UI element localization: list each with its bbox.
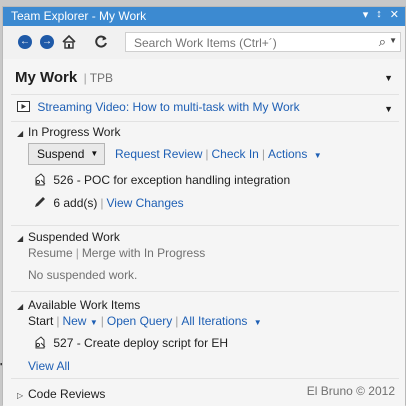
pencil-icon [35,197,45,207]
resume-action: Resume [28,246,73,260]
check-in-link[interactable]: Check In [212,147,259,161]
work-item-title: 527 - Create deploy script for EH [53,336,229,350]
my-work-page: My Work | TPB ▼ Streaming Video: How to m… [3,59,405,406]
video-link-row: Streaming Video: How to multi-task with … [17,100,300,114]
changes-count: 6 add(s) [53,196,98,210]
search-icon[interactable]: ⌕ [379,34,386,50]
video-menu-icon[interactable]: ▼ [384,104,393,114]
in-progress-work-item[interactable]: 526 - POC for exception handling integra… [33,172,290,187]
suspended-empty-text: No suspended work. [28,268,137,282]
search-box[interactable]: ⌕ ▼ [125,32,401,52]
all-iterations-link[interactable]: All Iterations [181,314,247,328]
watermark: El Bruno © 2012 [306,384,395,398]
empty-message: No suspended work. [28,268,138,282]
divider [11,94,399,95]
available-header[interactable]: ◢ Available Work Items [17,298,140,312]
toolbar: ← → ⌕ ▼ [3,26,405,60]
in-progress-header[interactable]: ◢ In Progress Work [17,125,120,139]
work-item-icon [35,336,46,349]
work-item-title: 526 - POC for exception handling integra… [53,173,291,187]
start-action[interactable]: Start [28,314,53,328]
suspended-header[interactable]: ◢ Suspended Work [17,230,120,244]
iterations-dropdown-icon[interactable]: ▼ [254,318,262,327]
divider [11,121,399,122]
available-title: Available Work Items [28,298,141,312]
window-title: Team Explorer - My Work [11,9,147,23]
new-link[interactable]: New [62,314,86,328]
pending-changes-row: 6 add(s) | View Changes [33,195,184,210]
separator: | [75,246,79,260]
streaming-video-link[interactable]: Streaming Video: How to multi-task with … [37,100,299,114]
close-icon[interactable]: ✕ [390,8,399,21]
collapse-triangle-icon: ◢ [17,302,24,311]
home-button[interactable] [61,34,77,50]
separator: | [175,314,179,328]
page-context: TPB [89,71,114,85]
video-icon [17,101,30,112]
pin-icon[interactable]: ↕ [376,8,382,21]
refresh-icon [95,35,107,48]
in-progress-actions: Request Review | Check In | Actions ▼ [115,147,322,161]
available-actions: Start | New ▼ | Open Query | All Iterations ▼ [28,314,262,328]
team-explorer-window: Team Explorer - My Work ▾ ↕ ✕ ← → Search… [2,6,406,406]
actions-dropdown-icon[interactable]: ▼ [314,151,322,160]
page-header: My Work | TPB [15,69,113,86]
available-work-item[interactable]: 527 - Create deploy script for EH [33,335,228,350]
dropdown-icon[interactable]: ▾ [363,8,369,21]
page-title: My Work [15,69,78,86]
collapse-triangle-icon: ◢ [17,234,24,243]
separator: | [205,147,209,161]
code-reviews-header[interactable]: ▷ Code Reviews [17,387,105,401]
back-button[interactable]: ← [17,34,33,50]
work-item-icon [35,173,46,186]
open-query-link[interactable]: Open Query [107,314,172,328]
separator: | [100,196,104,210]
view-all-row: View All [28,359,70,373]
suspend-label: Suspend [37,147,85,161]
search-dropdown-icon[interactable]: ▼ [389,36,397,45]
collapse-triangle-icon: ◢ [17,129,24,138]
refresh-button[interactable] [93,34,109,50]
request-review-link[interactable]: Request Review [115,147,202,161]
search-input[interactable] [132,34,376,52]
suspend-button[interactable]: Suspend ▼ [28,143,105,165]
separator: | [56,314,60,328]
merge-action: Merge with In Progress [81,246,206,260]
in-progress-title: In Progress Work [28,125,121,139]
window-controls: ▾ ↕ ✕ [363,8,399,21]
expand-triangle-icon: ▷ [17,391,24,400]
home-icon [62,34,76,49]
title-separator: | [83,71,87,85]
divider [11,378,399,379]
chevron-down-icon: ▼ [90,149,99,158]
forward-button[interactable]: → [39,34,55,50]
divider [11,291,399,292]
view-all-link[interactable]: View All [28,359,70,373]
divider [11,225,399,226]
code-reviews-title: Code Reviews [28,387,106,401]
separator: | [100,314,104,328]
separator: | [261,147,265,161]
suspended-title: Suspended Work [28,230,120,244]
back-arrow-icon: ← [18,35,32,49]
page-menu-icon[interactable]: ▼ [384,73,393,83]
suspended-actions: Resume | Merge with In Progress [28,246,205,260]
title-bar: Team Explorer - My Work ▾ ↕ ✕ [3,7,405,26]
actions-link[interactable]: Actions [268,147,307,161]
forward-arrow-icon: → [40,35,54,49]
new-dropdown-icon[interactable]: ▼ [90,318,98,327]
view-changes-link[interactable]: View Changes [107,196,184,210]
